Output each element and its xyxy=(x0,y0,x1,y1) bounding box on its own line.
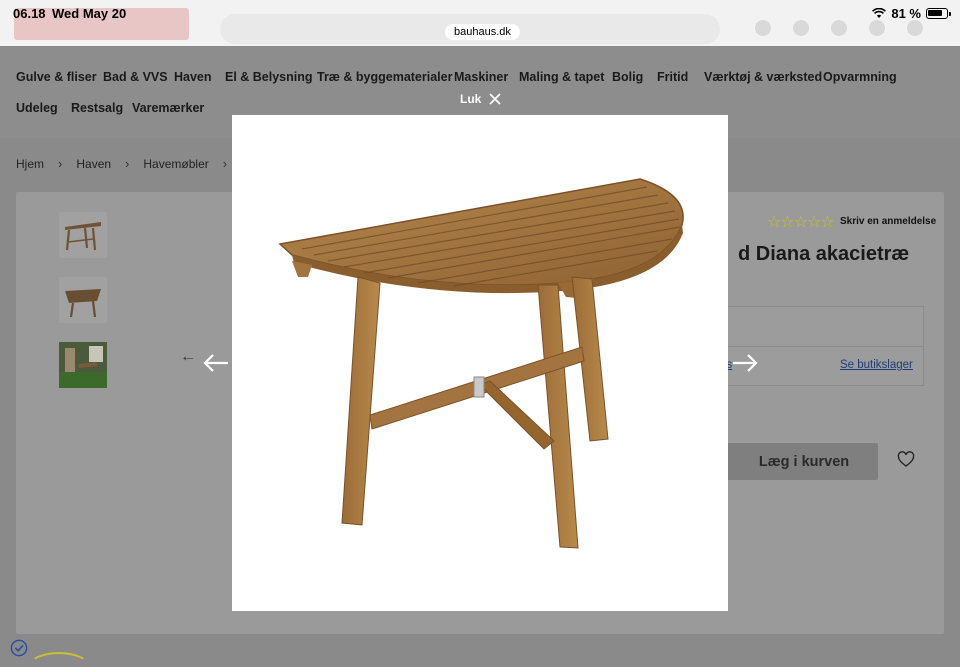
half-round-table-illustration xyxy=(278,178,684,549)
battery-icon xyxy=(926,8,951,19)
check-badge-icon[interactable] xyxy=(10,639,28,657)
nav-item-haven[interactable]: Haven xyxy=(174,70,212,84)
nav-item-bolig[interactable]: Bolig xyxy=(612,70,643,84)
write-review-link[interactable]: Skriv en anmeldelse xyxy=(840,216,936,227)
status-date: Wed May 20 xyxy=(52,6,127,21)
header-icons xyxy=(755,20,923,36)
store-stock-link[interactable]: Se butikslager xyxy=(840,359,913,371)
gallery-previous-arrow-icon[interactable]: ← xyxy=(180,348,196,366)
nav-item-varemaerker[interactable]: Varemærker xyxy=(132,101,204,115)
lightbox-next-arrow-icon[interactable] xyxy=(732,353,758,373)
nav-item-gulve[interactable]: Gulve & fliser xyxy=(16,70,97,84)
chevron-right-icon: › xyxy=(125,156,130,171)
breadcrumb-havemobler[interactable]: Havemøbler xyxy=(143,157,208,171)
breadcrumb-haven[interactable]: Haven xyxy=(76,157,111,171)
nav-item-bad[interactable]: Bad & VVS xyxy=(103,70,168,84)
browser-status-bar: 06.18 Wed May 20 81 % bauhaus.dk xyxy=(0,0,960,46)
breadcrumb: Hjem › Haven › Havemøbler › A xyxy=(16,156,249,171)
nav-item-fritid[interactable]: Fritid xyxy=(657,70,688,84)
status-time: 06.18 xyxy=(13,6,46,21)
rating-stars-icon[interactable]: ☆☆☆☆☆ xyxy=(767,212,835,232)
close-lightbox-button[interactable]: Luk xyxy=(460,92,501,106)
thumbnail-3[interactable] xyxy=(59,342,107,388)
chevron-right-icon: › xyxy=(58,156,63,171)
thumbnail-1[interactable] xyxy=(59,212,107,258)
close-icon xyxy=(489,93,501,105)
nav-item-restsalg[interactable]: Restsalg xyxy=(71,101,123,115)
breadcrumb-home[interactable]: Hjem xyxy=(16,157,44,171)
wifi-icon xyxy=(872,8,887,18)
nav-item-el[interactable]: El & Belysning xyxy=(225,70,313,84)
garden-photo-thumbnail xyxy=(59,342,107,388)
nav-item-opvarmning[interactable]: Opvarmning xyxy=(823,70,897,84)
heart-icon[interactable] xyxy=(897,451,915,469)
product-image xyxy=(232,115,728,611)
battery-percent: 81 % xyxy=(891,6,921,21)
nav-item-maskiner[interactable]: Maskiner xyxy=(454,70,508,84)
nav-item-trae[interactable]: Træ & byggematerialer xyxy=(317,70,452,84)
close-label: Luk xyxy=(460,92,482,106)
product-title: d Diana akacietræ xyxy=(738,243,910,265)
status-indicators: 81 % xyxy=(872,6,951,21)
nav-item-udeleg[interactable]: Udeleg xyxy=(16,101,58,115)
decorative-arc xyxy=(28,652,90,667)
nav-item-maling[interactable]: Maling & tapet xyxy=(519,70,604,84)
url-bar[interactable]: bauhaus.dk xyxy=(445,24,520,40)
thumbnail-2[interactable] xyxy=(59,277,107,323)
nav-item-vaerktoej[interactable]: Værktøj & værksted xyxy=(704,70,822,84)
lightbox-prev-arrow-icon[interactable] xyxy=(203,353,229,373)
table-thumbnail-icon xyxy=(65,222,101,251)
chevron-right-icon: › xyxy=(222,156,228,171)
table-thumbnail-icon xyxy=(65,289,101,318)
